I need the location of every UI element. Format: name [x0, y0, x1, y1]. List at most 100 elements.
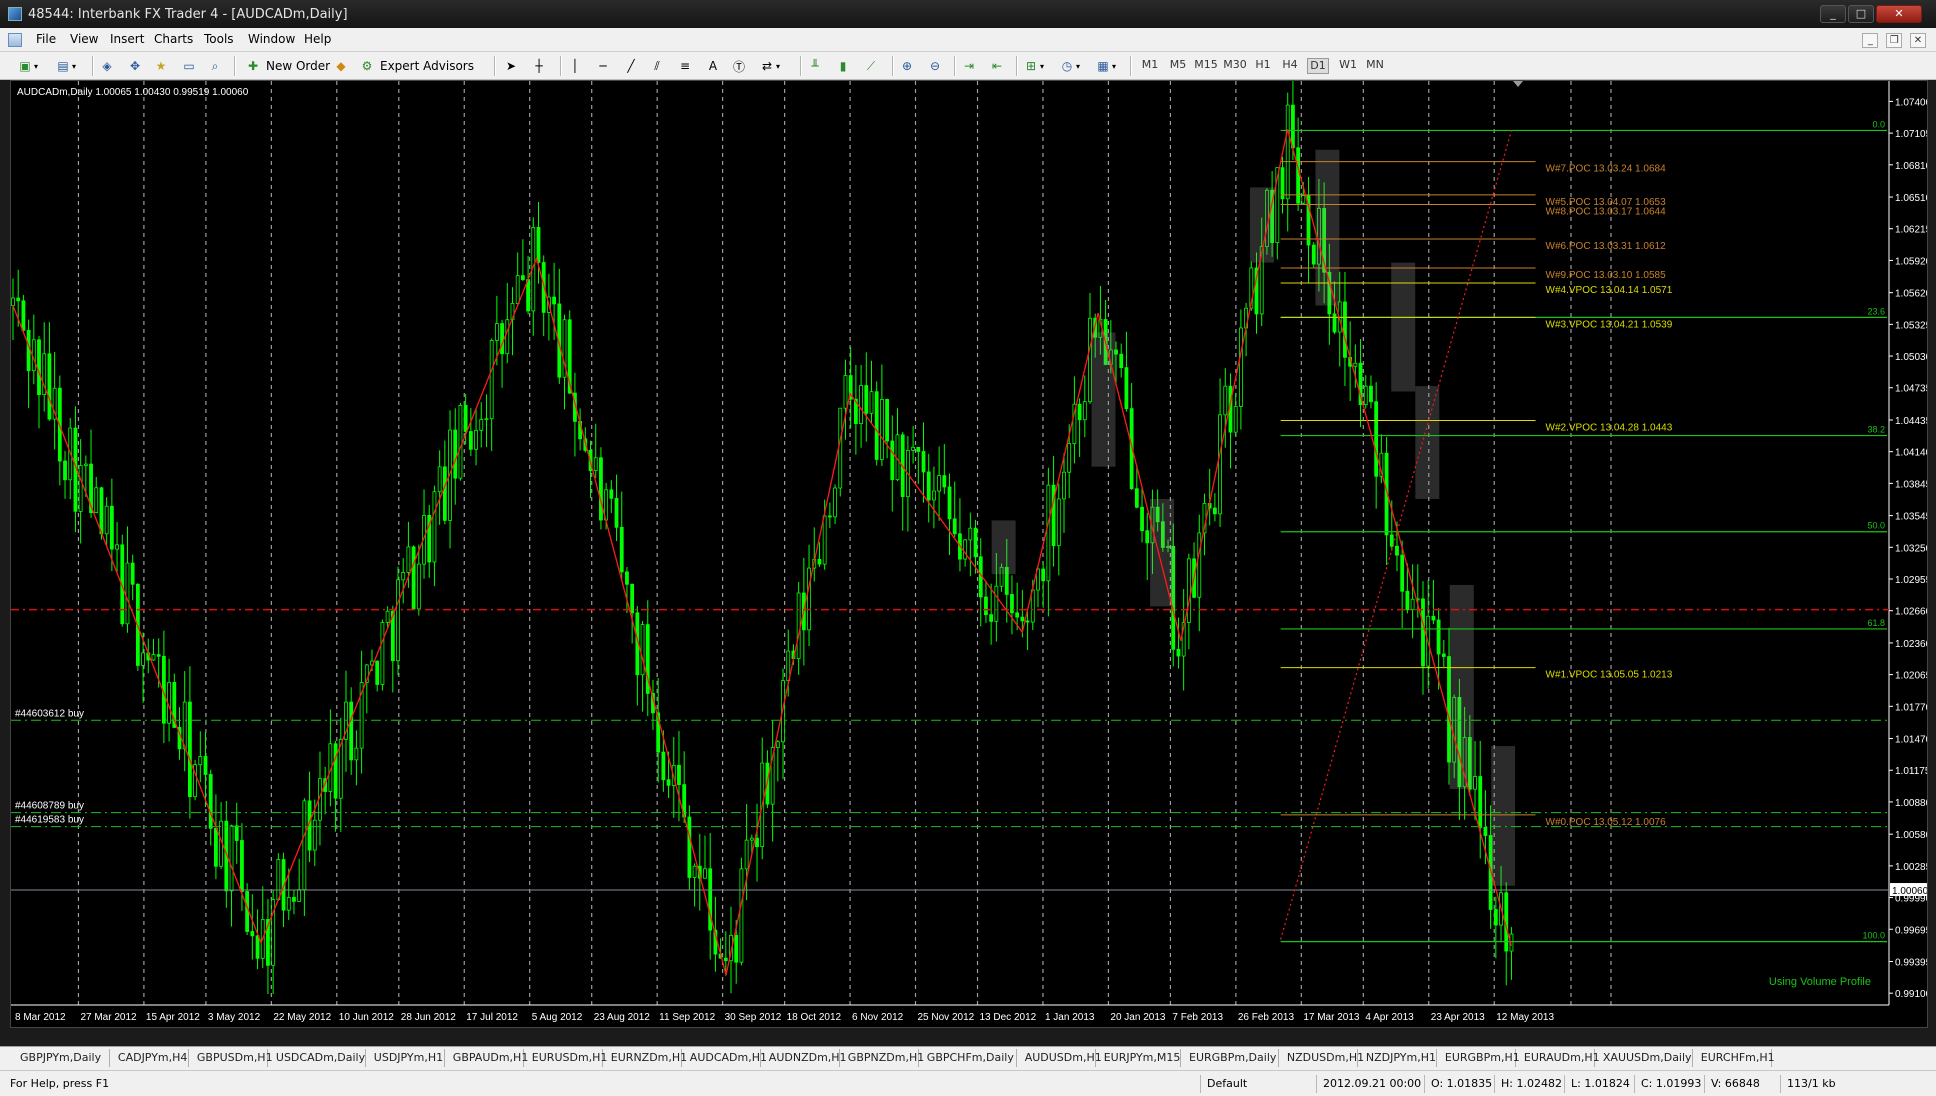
chart-tab[interactable]: AUDNZDm,H1 — [763, 1049, 847, 1067]
chart-tab[interactable]: AUDUSDm,H1 — [1019, 1049, 1102, 1067]
candle-body — [1301, 195, 1306, 204]
vertical-line-tool-button[interactable]: │ — [566, 56, 584, 76]
menu-file[interactable]: File — [36, 32, 56, 46]
poc-label: W#2.VPOC 13.04.28 1.0443 — [1546, 423, 1673, 434]
candle-body — [1056, 498, 1061, 547]
menu-view[interactable]: View — [70, 32, 98, 46]
volume-profile-box — [1315, 149, 1340, 306]
chart-tab[interactable]: AUDCADm,H1 — [684, 1049, 767, 1067]
timeframe-m1[interactable]: M1 — [1138, 58, 1162, 74]
timeframe-h4[interactable]: H4 — [1279, 58, 1301, 74]
arrows-tool-button[interactable]: ⇄ ▾ — [758, 56, 780, 76]
timeframe-mn[interactable]: MN — [1362, 58, 1388, 74]
x-axis-label: 20 Jan 2013 — [1110, 1012, 1165, 1023]
data-window-button[interactable]: ✥ — [126, 56, 144, 76]
candlestick-chart-button[interactable]: ▮ — [834, 56, 852, 76]
maximize-button[interactable]: □ — [1848, 5, 1874, 23]
chart-tab[interactable]: EURUSDm,H1 — [526, 1049, 607, 1067]
status-datetime: 2012.09.21 00:00 — [1316, 1075, 1422, 1093]
chart-tab[interactable]: NZDUSDm,H1 — [1281, 1049, 1364, 1067]
chart-tab[interactable]: GBPUSDm,H1 — [191, 1049, 273, 1067]
candle-body — [536, 227, 541, 263]
chart-tab[interactable]: EURCHFm,H1 — [1695, 1049, 1775, 1067]
chart-tab[interactable]: EURGBPm,H1 — [1439, 1049, 1520, 1067]
metaeditor-button[interactable]: ◆ — [332, 56, 350, 76]
candle-body — [942, 475, 947, 488]
zoom-in-button[interactable]: ⊕ — [898, 56, 916, 76]
horizontal-line-tool-button[interactable]: ─ — [594, 56, 612, 76]
bar-chart-button[interactable]: ╨ — [806, 56, 824, 76]
expert-advisors-button[interactable]: ⚙ Expert Advisors — [358, 56, 474, 76]
mdi-close-button[interactable]: ✕ — [1910, 33, 1926, 48]
mdi-minimize-button[interactable]: _ — [1862, 33, 1879, 48]
timeframe-w1[interactable]: W1 — [1336, 58, 1360, 74]
timeframe-m5[interactable]: M5 — [1166, 58, 1190, 74]
cursor-tool-button[interactable]: ➤ — [502, 56, 520, 76]
chart-tab[interactable]: USDCADm,Daily — [270, 1049, 366, 1067]
candle-body — [859, 385, 863, 424]
candle-body — [666, 779, 671, 786]
periods-button[interactable]: ◷ ▾ — [1058, 56, 1080, 76]
candle-body — [21, 300, 26, 331]
trendline-tool-button[interactable]: ╱ — [622, 56, 640, 76]
menu-tools[interactable]: Tools — [204, 32, 234, 46]
toolbar-separator — [800, 56, 802, 76]
chart-tab[interactable]: EURJPYm,M15 — [1098, 1049, 1181, 1067]
menu-window[interactable]: Window — [248, 32, 295, 46]
toolbar-separator — [1130, 56, 1132, 76]
menu-charts[interactable]: Charts — [154, 32, 193, 46]
price-chart[interactable]: 8 Mar 2012 27 Mar 2012 15 Apr 2012 3 May 20… — [11, 81, 1928, 1028]
timeframe-m15[interactable]: M15 — [1192, 58, 1220, 74]
text-tool-button[interactable]: A — [704, 56, 722, 76]
chart-tab[interactable]: GBPJPYm,Daily — [14, 1049, 110, 1067]
chart-tab[interactable]: CADJPYm,H4 — [112, 1049, 189, 1067]
menu-help[interactable]: Help — [304, 32, 331, 46]
x-axis-label: 4 Apr 2013 — [1365, 1012, 1414, 1023]
candle-body — [916, 446, 921, 452]
chart-tab[interactable]: GBPAUDm,H1 — [447, 1049, 528, 1067]
timeframe-h1[interactable]: H1 — [1252, 58, 1274, 74]
templates-button[interactable]: ▦ ▾ — [1094, 56, 1116, 76]
chart-window[interactable]: 8 Mar 2012 27 Mar 2012 15 Apr 2012 3 May 20… — [10, 80, 1928, 1028]
candle-body — [1478, 776, 1483, 828]
new-chart-button[interactable]: ▣ ▾ — [16, 56, 38, 76]
mdi-restore-button[interactable]: ❐ — [1886, 33, 1903, 48]
timeframe-m30[interactable]: M30 — [1221, 58, 1249, 74]
terminal-button[interactable]: ▭ — [180, 56, 198, 76]
chart-tab[interactable]: EURNZDm,H1 — [605, 1049, 687, 1067]
strategy-tester-button[interactable]: ⌕ — [206, 56, 224, 76]
navigator-button[interactable]: ★ — [152, 56, 170, 76]
minimize-button[interactable]: _ — [1820, 5, 1846, 23]
profiles-button[interactable]: ▤ ▾ — [54, 56, 76, 76]
x-axis-label: 11 Sep 2012 — [659, 1012, 715, 1023]
chart-window-icon[interactable] — [8, 33, 22, 47]
new-order-button[interactable]: ✚ New Order — [244, 56, 330, 76]
fibonacci-tool-button[interactable]: ≡ — [676, 56, 694, 76]
crosshair-tool-button[interactable]: ┼ — [530, 56, 548, 76]
indicators-button[interactable]: ⊞ ▾ — [1022, 56, 1044, 76]
chart-tab[interactable]: EURAUDm,H1 — [1518, 1049, 1600, 1067]
auto-scroll-button[interactable]: ⇥ — [960, 56, 978, 76]
line-chart-button[interactable]: ⟋ — [862, 56, 880, 76]
chart-shift-button[interactable]: ⇤ — [988, 56, 1006, 76]
chart-tab[interactable]: GBPCHFm,Daily — [921, 1049, 1017, 1067]
zoom-out-button[interactable]: ⊖ — [926, 56, 944, 76]
text-label-tool-button[interactable]: Ⓣ — [730, 56, 748, 76]
timeframe-d1[interactable]: D1 — [1307, 58, 1329, 74]
channel-tool-button[interactable]: ⫽ — [648, 56, 666, 76]
candle-body — [63, 460, 67, 481]
candle-body — [739, 868, 744, 963]
candle-body — [1291, 104, 1295, 149]
chart-tab[interactable]: GBPNZDm,H1 — [842, 1049, 924, 1067]
chart-tab[interactable]: EURGBPm,Daily — [1183, 1049, 1279, 1067]
chart-tab[interactable]: NZDJPYm,H1 — [1360, 1049, 1437, 1067]
y-axis-label: 1.00285 — [1895, 862, 1928, 873]
candle-body — [827, 515, 832, 518]
chart-tab[interactable]: USDJPYm,H1 — [368, 1049, 445, 1067]
chart-tab[interactable]: XAUUSDm,Daily — [1597, 1049, 1693, 1067]
close-button[interactable]: ✕ — [1876, 5, 1922, 23]
market-watch-button[interactable]: ◈ — [98, 56, 116, 76]
menu-insert[interactable]: Insert — [110, 32, 144, 46]
candle-body — [599, 457, 603, 521]
x-axis-label: 17 Mar 2013 — [1303, 1012, 1360, 1023]
